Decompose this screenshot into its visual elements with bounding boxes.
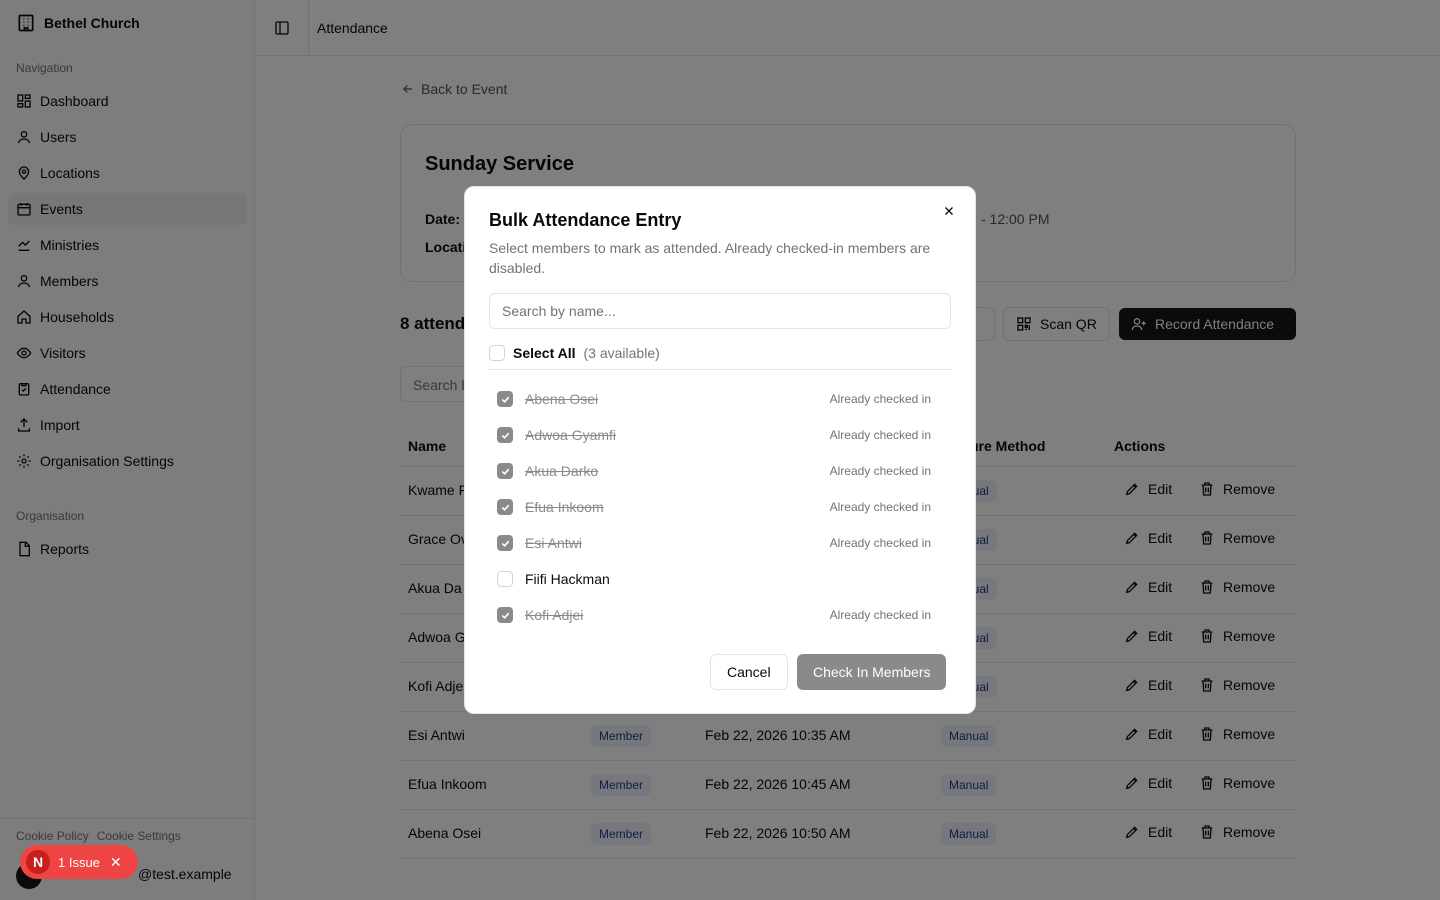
close-icon[interactable]: ✕ (110, 854, 122, 871)
member-checkbox (497, 607, 513, 623)
member-name: Efua Inkoom (525, 499, 604, 515)
checked-in-status: Already checked in (829, 500, 931, 514)
checked-in-status: Already checked in (829, 536, 931, 550)
member-name: Akua Darko (525, 463, 599, 479)
member-checkbox (497, 499, 513, 515)
member-name: Adwoa Gyamfi (525, 427, 617, 443)
issue-toast[interactable]: N 1 Issue ✕ (20, 845, 138, 879)
check-icon (501, 432, 509, 439)
checked-in-status: Already checked in (829, 464, 931, 478)
member-row: Efua Inkoom Already checked in (489, 489, 951, 525)
select-all-row[interactable]: Select All (3 available) (489, 342, 951, 370)
close-icon (945, 207, 953, 215)
check-icon (501, 468, 509, 475)
member-list: Abena Osei Already checked in Adwoa Gyamfi… (489, 381, 951, 633)
member-checkbox[interactable] (497, 571, 513, 587)
close-button[interactable] (941, 203, 957, 219)
member-checkbox (497, 463, 513, 479)
member-search-input[interactable] (489, 293, 951, 329)
checked-in-status: Already checked in (829, 392, 931, 406)
dialog-title: Bulk Attendance Entry (489, 210, 682, 230)
check-icon (501, 504, 509, 511)
check-in-members-button[interactable]: Check In Members (797, 654, 947, 690)
bulk-attendance-dialog: Bulk Attendance Entry Select members to … (464, 186, 976, 714)
issue-count: 1 Issue (58, 854, 100, 870)
member-name: Abena Osei (525, 391, 599, 407)
member-row: Adwoa Gyamfi Already checked in (489, 417, 951, 453)
select-all-count: (3 available) (583, 344, 660, 361)
check-icon (501, 612, 509, 619)
member-row: Akua Darko Already checked in (489, 453, 951, 489)
member-name: Esi Antwi (525, 535, 582, 551)
member-checkbox (497, 535, 513, 551)
member-checkbox (497, 427, 513, 443)
select-all-checkbox[interactable] (489, 344, 505, 361)
member-name: Kofi Adjei (525, 607, 584, 623)
issue-avatar: N (26, 850, 50, 874)
checked-in-status: Already checked in (829, 608, 931, 622)
cancel-button[interactable]: Cancel (710, 654, 788, 690)
dialog-description: Select members to mark as attended. Alre… (489, 240, 931, 276)
member-row: Kofi Adjei Already checked in (489, 597, 951, 633)
member-row: Esi Antwi Already checked in (489, 525, 951, 561)
member-row: Abena Osei Already checked in (489, 381, 951, 417)
member-row[interactable]: Fiifi Hackman (489, 561, 951, 597)
checked-in-status: Already checked in (829, 428, 931, 442)
check-icon (501, 396, 509, 403)
member-name: Fiifi Hackman (525, 571, 610, 587)
member-checkbox (497, 391, 513, 407)
select-all-label: Select All (513, 344, 576, 361)
check-icon (501, 540, 509, 547)
